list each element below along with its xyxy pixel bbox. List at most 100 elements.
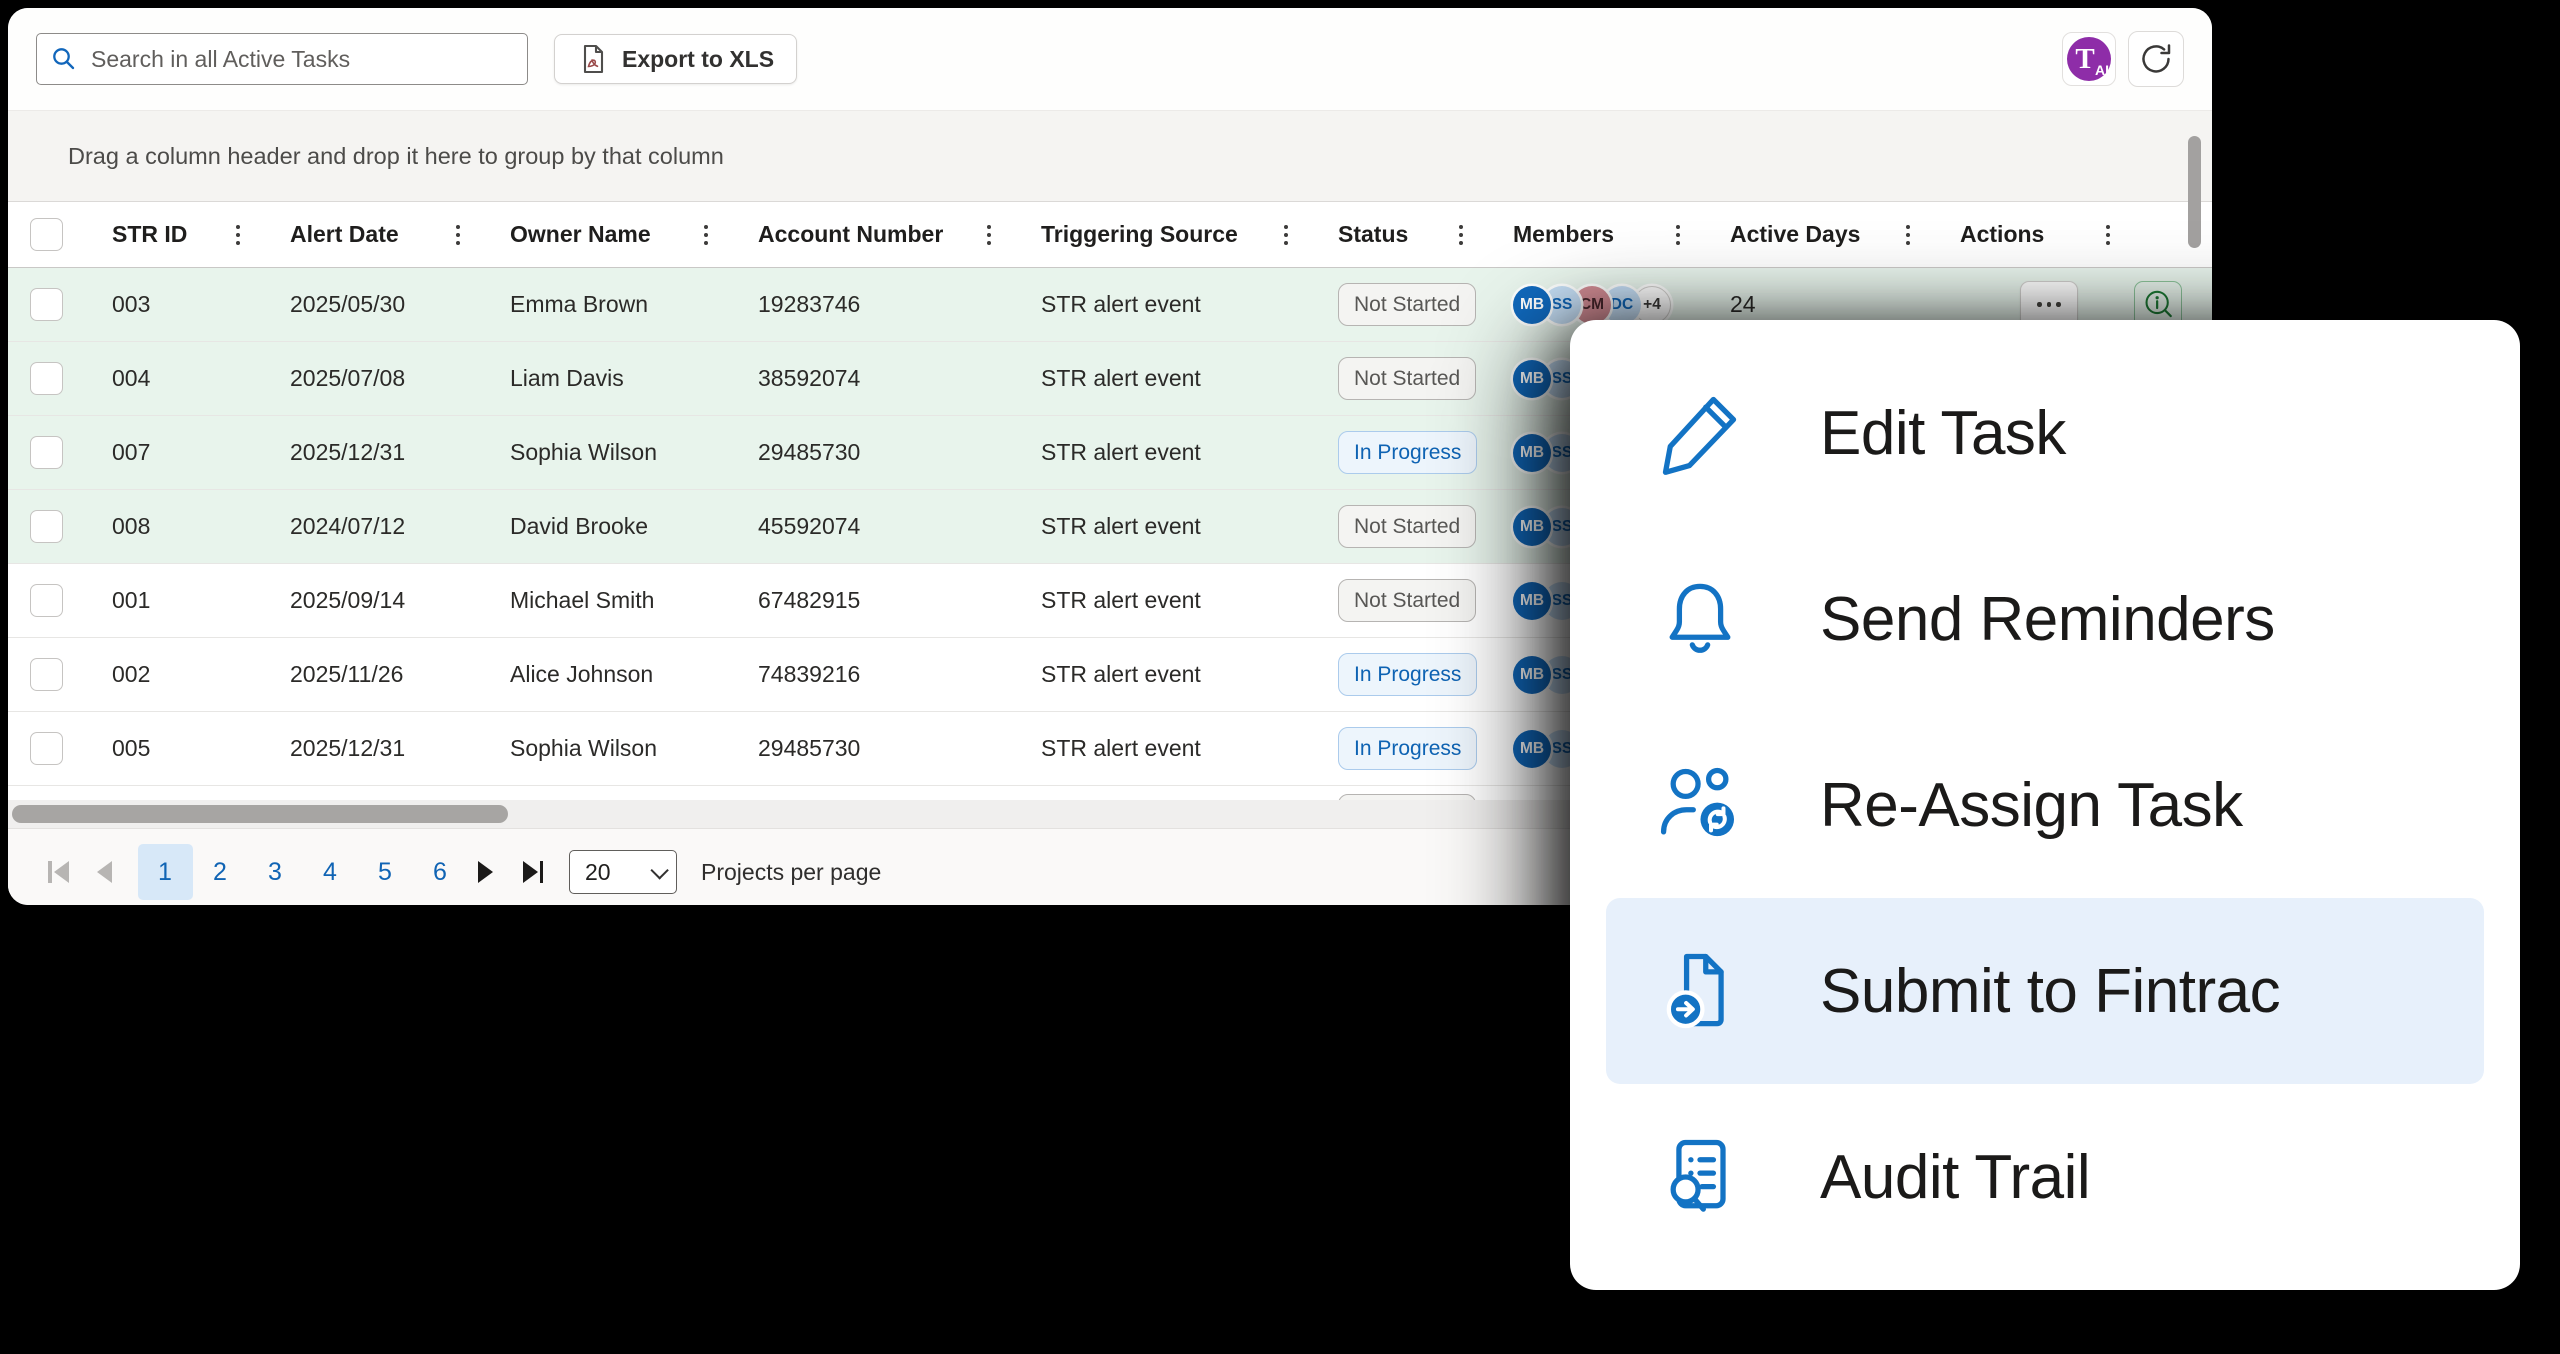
cell-str-id: 001 — [84, 587, 262, 614]
export-xls-label: Export to XLS — [622, 46, 774, 73]
page-size-select[interactable]: 20 — [569, 850, 677, 894]
menu-item[interactable]: Audit Trail — [1606, 1084, 2484, 1270]
refresh-button[interactable] — [2128, 31, 2184, 87]
avatar-sub-label: AI — [2095, 62, 2109, 78]
search-info-icon — [2141, 285, 2175, 325]
column-header[interactable]: Triggering Source — [1013, 202, 1310, 267]
column-header-label: Owner Name — [510, 221, 651, 248]
column-menu-icon[interactable] — [1672, 221, 1684, 249]
column-header[interactable]: STR ID — [84, 202, 262, 267]
horizontal-scrollbar-thumb[interactable] — [12, 805, 508, 823]
row-checkbox-cell — [8, 288, 84, 321]
select-all-checkbox[interactable] — [30, 218, 63, 251]
row-checkbox-cell — [8, 732, 84, 765]
cell-account-number: 19283746 — [730, 291, 1013, 318]
column-header-label: Active Days — [1730, 221, 1860, 248]
row-checkbox[interactable] — [30, 436, 63, 469]
page-number-button[interactable]: 4 — [303, 844, 358, 900]
cell-str-id: 005 — [84, 735, 262, 762]
status-badge: Not Started — [1338, 505, 1476, 548]
column-menu-icon[interactable] — [983, 221, 995, 249]
search-icon — [51, 46, 77, 72]
column-header[interactable]: Actions — [1932, 202, 2212, 267]
column-header[interactable]: Owner Name — [482, 202, 730, 267]
status-badge: In Progress — [1338, 431, 1477, 474]
cell-alert-date: 2024/07/12 — [262, 513, 482, 540]
column-menu-icon[interactable] — [700, 221, 712, 249]
last-page-button[interactable] — [523, 861, 544, 883]
export-xls-button[interactable]: Export to XLS — [554, 34, 797, 84]
group-by-drop-zone[interactable]: Drag a column header and drop it here to… — [8, 110, 2212, 201]
row-checkbox[interactable] — [30, 362, 63, 395]
cell-status: Not Started — [1310, 786, 1485, 800]
cell-alert-date: 2025/07/08 — [262, 365, 482, 392]
menu-item-label: Submit to Fintrac — [1820, 956, 2280, 1027]
page-number-button[interactable]: 2 — [193, 844, 248, 900]
menu-item-label: Edit Task — [1820, 398, 2066, 469]
menu-item[interactable]: Send Reminders — [1606, 526, 2484, 712]
page-number-list: 1 2 3 4 5 6 — [138, 844, 468, 900]
cell-alert-date: 2025/09/14 — [262, 587, 482, 614]
refresh-icon — [2138, 41, 2174, 77]
column-header[interactable]: Status — [1310, 202, 1485, 267]
cell-owner-name: Emma Brown — [482, 291, 730, 318]
next-page-button[interactable] — [478, 861, 493, 883]
menu-item-icon-box — [1652, 387, 1748, 479]
row-checkbox-cell — [8, 584, 84, 617]
document-export-icon — [577, 43, 609, 75]
row-checkbox[interactable] — [30, 510, 63, 543]
page-number-button[interactable]: 3 — [248, 844, 303, 900]
document-search-icon — [1654, 1131, 1746, 1223]
row-checkbox-cell — [8, 436, 84, 469]
column-menu-icon[interactable] — [232, 221, 244, 249]
cell-account-number: 74839216 — [730, 661, 1013, 688]
table-header-row: STR ID Alert Date Owner Name Account Num… — [8, 201, 2212, 268]
search-box[interactable] — [36, 33, 528, 85]
chevron-down-icon — [650, 861, 668, 879]
column-menu-icon[interactable] — [1280, 221, 1292, 249]
menu-item-label: Send Reminders — [1820, 584, 2275, 655]
column-menu-icon[interactable] — [2102, 221, 2114, 249]
avatar-letter: T — [2075, 43, 2094, 76]
column-header[interactable]: Members — [1485, 202, 1702, 267]
menu-item[interactable]: Re-Assign Task — [1606, 712, 2484, 898]
search-input[interactable] — [89, 45, 513, 74]
cell-str-id: 004 — [84, 365, 262, 392]
row-checkbox[interactable] — [30, 732, 63, 765]
cell-status: In Progress — [1310, 431, 1485, 474]
cell-triggering-source: STR alert event — [1013, 513, 1310, 540]
cell-account-number: 67482915 — [730, 587, 1013, 614]
row-checkbox[interactable] — [30, 584, 63, 617]
cell-members: MB SS CM DC +4 — [1485, 286, 1702, 324]
cell-triggering-source: STR alert event — [1013, 587, 1310, 614]
column-menu-icon[interactable] — [452, 221, 464, 249]
page-number-button[interactable]: 6 — [413, 844, 468, 900]
document-arrow-icon — [1654, 945, 1746, 1037]
page-number-button[interactable]: 5 — [358, 844, 413, 900]
vertical-scrollbar-thumb[interactable] — [2188, 136, 2201, 248]
cell-str-id: 007 — [84, 439, 262, 466]
menu-item-icon-box — [1652, 573, 1748, 665]
column-menu-icon[interactable] — [1455, 221, 1467, 249]
menu-item[interactable]: Edit Task — [1606, 340, 2484, 526]
row-checkbox-cell — [8, 658, 84, 691]
first-page-button[interactable] — [48, 861, 69, 883]
page-size-value: 20 — [585, 859, 651, 886]
column-header-label: Actions — [1960, 221, 2044, 248]
cell-alert-date: 2025/12/31 — [262, 439, 482, 466]
row-checkbox[interactable] — [30, 658, 63, 691]
previous-page-button[interactable] — [97, 861, 112, 883]
column-header[interactable]: Alert Date — [262, 202, 482, 267]
status-badge: Not Started — [1338, 357, 1476, 400]
status-badge: In Progress — [1338, 653, 1477, 696]
cell-status: In Progress — [1310, 727, 1485, 770]
row-checkbox[interactable] — [30, 288, 63, 321]
menu-item[interactable]: Submit to Fintrac — [1606, 898, 2484, 1084]
cell-owner-name: Sophia Wilson — [482, 735, 730, 762]
profile-avatar-button[interactable]: T AI — [2062, 32, 2116, 86]
row-checkbox-cell — [8, 510, 84, 543]
column-header[interactable]: Active Days — [1702, 202, 1932, 267]
page-number-button[interactable]: 1 — [138, 844, 193, 900]
column-header[interactable]: Account Number — [730, 202, 1013, 267]
column-menu-icon[interactable] — [1902, 221, 1914, 249]
